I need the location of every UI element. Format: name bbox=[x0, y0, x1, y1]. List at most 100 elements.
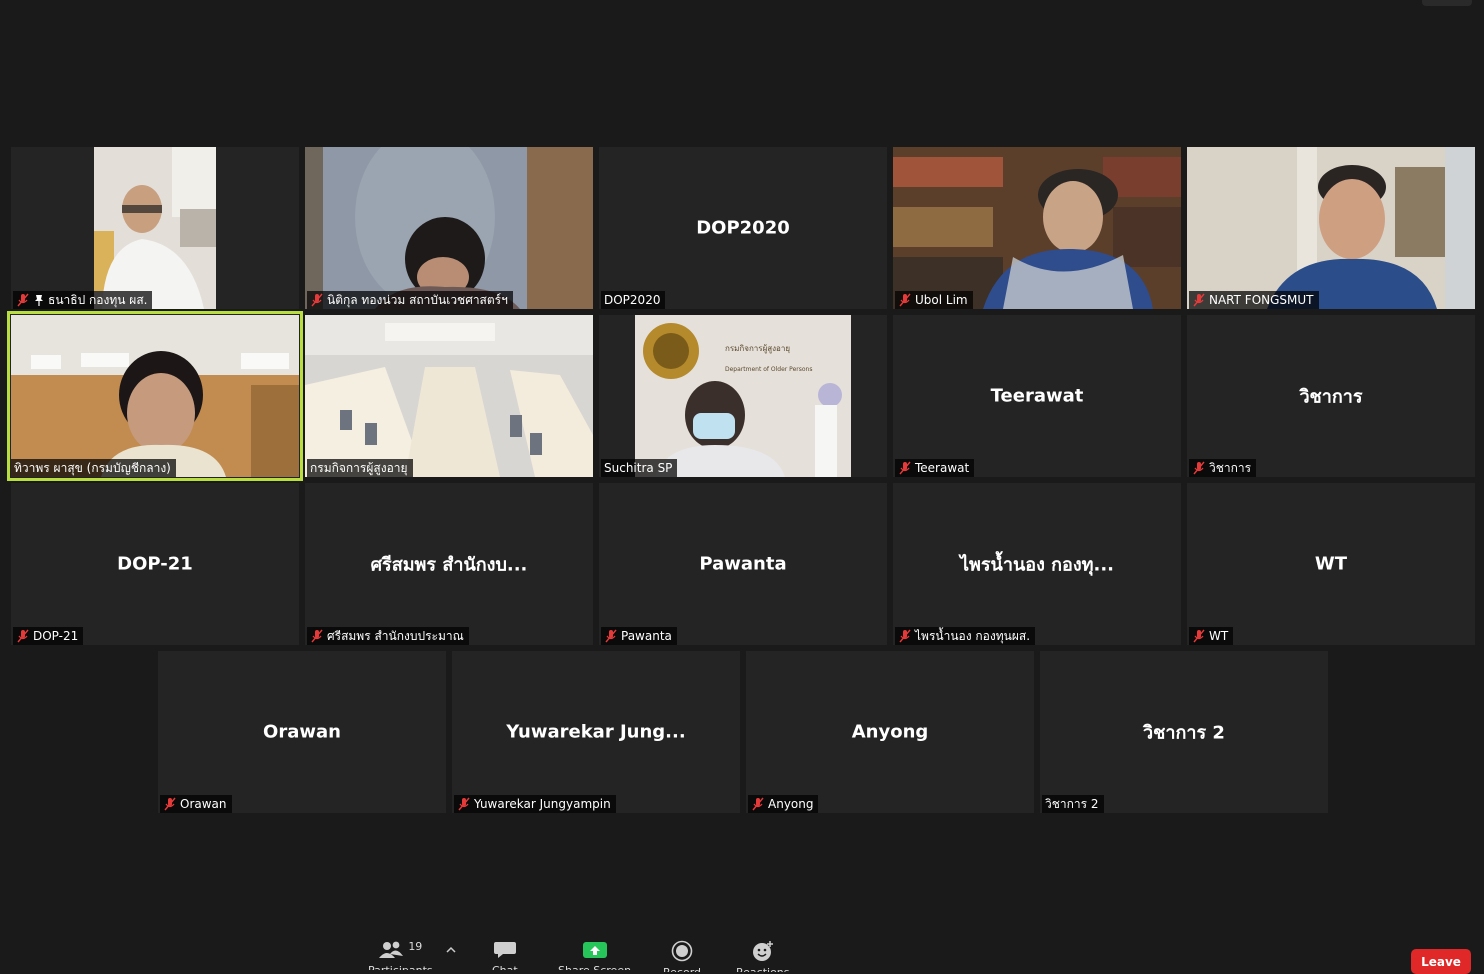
mic-muted-icon bbox=[164, 797, 176, 811]
video-tile[interactable]: Anyong Anyong bbox=[746, 651, 1034, 813]
video-tile-active-speaker[interactable]: ทิวาพร ผาสุข (กรมบัญชีกลาง) bbox=[7, 311, 303, 481]
participant-nametag: DOP2020 bbox=[601, 291, 666, 309]
video-tile[interactable]: DOP2020 DOP2020 bbox=[599, 147, 887, 309]
chat-label: Chat bbox=[492, 964, 518, 970]
participant-display-name: วิชาการ 2 bbox=[1143, 722, 1225, 744]
participant-nametag: Anyong bbox=[748, 795, 819, 813]
participant-nametag: DOP-21 bbox=[13, 627, 84, 645]
pin-icon bbox=[35, 295, 43, 306]
participant-name: DOP2020 bbox=[604, 293, 661, 307]
video-tile[interactable]: Orawan Orawan bbox=[158, 651, 446, 813]
participant-nametag: วิชาการ 2 bbox=[1042, 795, 1104, 813]
video-tile[interactable]: ไพรน้ำนอง กองทุ... ไพรน้ำนอง กองทุนผส. bbox=[893, 483, 1181, 645]
reactions-label: Reactions bbox=[736, 966, 790, 972]
chat-icon bbox=[493, 942, 516, 958]
participant-name: Pawanta bbox=[621, 629, 672, 643]
participant-display-name: Pawanta bbox=[699, 553, 787, 575]
participant-nametag: ทิวาพร ผาสุข (กรมบัญชีกลาง) bbox=[11, 459, 176, 477]
participant-name: Orawan bbox=[180, 797, 227, 811]
participant-name: ทิวาพร ผาสุข (กรมบัญชีกลาง) bbox=[14, 460, 171, 475]
participant-display-name: วิชาการ bbox=[1299, 386, 1363, 408]
record-button[interactable]: Record bbox=[663, 940, 701, 972]
participant-nametag: กรมกิจการผู้สูงอายุ bbox=[307, 459, 413, 477]
participant-name: ธนาธิป กองทุน ผส. bbox=[48, 292, 148, 307]
video-tile[interactable]: Ubol Lim bbox=[893, 147, 1181, 309]
camera-feed bbox=[893, 147, 1181, 309]
participant-display-name: ศรีสมพร สำนักงบ... bbox=[370, 554, 528, 576]
participant-display-name: Anyong bbox=[851, 721, 929, 743]
mic-muted-icon bbox=[1193, 293, 1205, 307]
participant-nametag: WT bbox=[1189, 627, 1234, 645]
participant-nametag: Yuwarekar Jungyampin bbox=[454, 795, 616, 813]
reactions-button[interactable]: Reactions bbox=[736, 940, 790, 972]
participant-name: Teerawat bbox=[915, 461, 970, 475]
mic-muted-icon bbox=[458, 797, 470, 811]
video-tile[interactable]: ธนาธิป กองทุน ผส. bbox=[11, 147, 299, 309]
chevron-up-icon bbox=[446, 946, 456, 953]
participant-nametag: Pawanta bbox=[601, 627, 677, 645]
mic-muted-icon bbox=[605, 629, 617, 643]
reactions-icon bbox=[752, 941, 773, 961]
video-tile[interactable]: กรมกิจการผู้สูงอายุ Department of Older … bbox=[599, 315, 887, 477]
share-screen-icon bbox=[582, 942, 607, 958]
share-screen-label: Share Screen bbox=[558, 964, 631, 970]
participant-name: WT bbox=[1209, 629, 1229, 643]
mic-muted-icon bbox=[1193, 629, 1205, 643]
participant-nametag: ธนาธิป กองทุน ผส. bbox=[13, 291, 153, 309]
participant-display-name: Teerawat bbox=[990, 385, 1084, 407]
participant-name: Ubol Lim bbox=[915, 293, 968, 307]
participant-nametag: NART FONGSMUT bbox=[1189, 291, 1319, 309]
video-tile[interactable]: WT WT bbox=[1187, 483, 1475, 645]
participant-nametag: ศรีสมพร สำนักงบประมาณ bbox=[307, 627, 469, 645]
chat-button[interactable]: Chat bbox=[492, 940, 518, 970]
participant-name: วิชาการ bbox=[1209, 460, 1252, 475]
camera-feed bbox=[11, 315, 299, 477]
participant-nametag: Suchitra SP bbox=[601, 459, 678, 477]
participant-nametag: วิชาการ bbox=[1189, 459, 1257, 477]
participant-nametag: นิติกุล ทองน่วม สถาบันเวชศาสตร์ฯ bbox=[307, 291, 513, 309]
participant-name: Suchitra SP bbox=[604, 461, 673, 475]
mic-muted-icon bbox=[311, 293, 323, 307]
mic-muted-icon bbox=[311, 629, 323, 643]
record-icon bbox=[671, 940, 693, 962]
video-tile[interactable]: วิชาการ วิชาการ bbox=[1187, 315, 1475, 477]
video-tile[interactable]: NART FONGSMUT bbox=[1187, 147, 1475, 309]
participant-display-name: Yuwarekar Jung... bbox=[506, 721, 686, 743]
mic-muted-icon bbox=[899, 293, 911, 307]
participants-button[interactable]: 19 Participants bbox=[368, 940, 433, 970]
camera-feed bbox=[94, 147, 216, 309]
participant-nametag: Orawan bbox=[160, 795, 232, 813]
leave-button[interactable]: Leave bbox=[1411, 949, 1471, 974]
video-tile[interactable]: กรมกิจการผู้สูงอายุ bbox=[305, 315, 593, 477]
participant-name: นิติกุล ทองน่วม สถาบันเวชศาสตร์ฯ bbox=[327, 292, 508, 307]
camera-feed bbox=[305, 315, 593, 477]
top-button[interactable] bbox=[1422, 0, 1472, 6]
video-tile[interactable]: ศรีสมพร สำนักงบ... ศรีสมพร สำนักงบประมาณ bbox=[305, 483, 593, 645]
video-tile[interactable]: Yuwarekar Jung... Yuwarekar Jungyampin bbox=[452, 651, 740, 813]
participants-caret-button[interactable] bbox=[446, 946, 456, 954]
camera-feed: กรมกิจการผู้สูงอายุ Department of Older … bbox=[635, 315, 851, 477]
video-tile[interactable]: Pawanta Pawanta bbox=[599, 483, 887, 645]
participant-display-name: DOP-21 bbox=[117, 553, 193, 575]
participant-display-name: WT bbox=[1314, 553, 1348, 575]
share-screen-button[interactable]: Share Screen bbox=[558, 940, 631, 970]
video-tile[interactable]: นิติกุล ทองน่วม สถาบันเวชศาสตร์ฯ bbox=[305, 147, 593, 309]
mic-muted-icon bbox=[17, 629, 29, 643]
participant-display-name: ไพรน้ำนอง กองทุ... bbox=[959, 554, 1115, 576]
video-tile[interactable]: Teerawat Teerawat bbox=[893, 315, 1181, 477]
participant-name: Yuwarekar Jungyampin bbox=[474, 797, 611, 811]
participants-icon bbox=[379, 941, 404, 958]
video-tile[interactable]: วิชาการ 2 วิชาการ 2 bbox=[1040, 651, 1328, 813]
record-label: Record bbox=[663, 966, 701, 972]
mic-muted-icon bbox=[752, 797, 764, 811]
participant-name: NART FONGSMUT bbox=[1209, 293, 1314, 307]
camera-feed bbox=[305, 147, 593, 309]
mic-muted-icon bbox=[17, 293, 29, 307]
participant-name: ไพรน้ำนอง กองทุนผส. bbox=[915, 628, 1031, 643]
svg-text:กรมกิจการผู้สูงอายุ: กรมกิจการผู้สูงอายุ bbox=[725, 344, 790, 354]
participant-nametag: ไพรน้ำนอง กองทุนผส. bbox=[895, 627, 1036, 645]
participant-name: วิชาการ 2 bbox=[1045, 796, 1099, 811]
mic-muted-icon bbox=[899, 461, 911, 475]
participant-name: กรมกิจการผู้สูงอายุ bbox=[310, 460, 408, 475]
video-tile[interactable]: DOP-21 DOP-21 bbox=[11, 483, 299, 645]
